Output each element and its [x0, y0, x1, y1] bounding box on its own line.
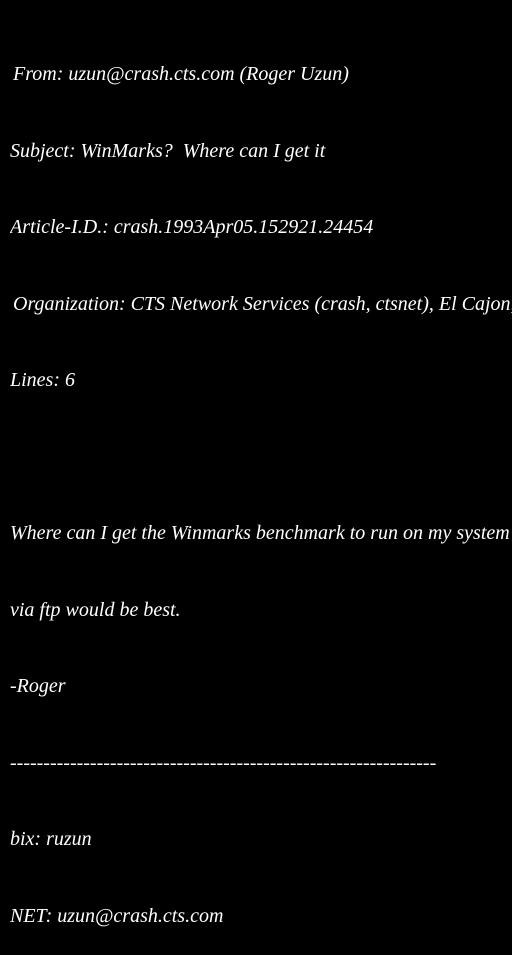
from-line: From: uzun@crash.cts.com (Roger Uzun) [13, 63, 349, 85]
body-line-1: Where can I get the Winmarks benchmark t… [10, 522, 512, 544]
signature-net: NET: uzun@crash.cts.com [10, 904, 224, 927]
body-line-2: via ftp would be best. [10, 598, 181, 621]
email-message: From: uzun@crash.cts.com (Roger Uzun) Su… [10, 11, 512, 955]
signature-bix: bix: ruzun [10, 828, 92, 850]
lines-count-line: Lines: 6 [10, 369, 75, 391]
signature-divider: ----------------------------------------… [10, 751, 437, 774]
organization-line: Organization: CTS Network Services (cras… [13, 292, 512, 315]
signoff-line: -Roger [10, 675, 66, 697]
subject-line: Subject: WinMarks? Where can I get it [10, 139, 326, 162]
article-id-line: Article-I.D.: crash.1993Apr05.152921.244… [10, 216, 374, 238]
